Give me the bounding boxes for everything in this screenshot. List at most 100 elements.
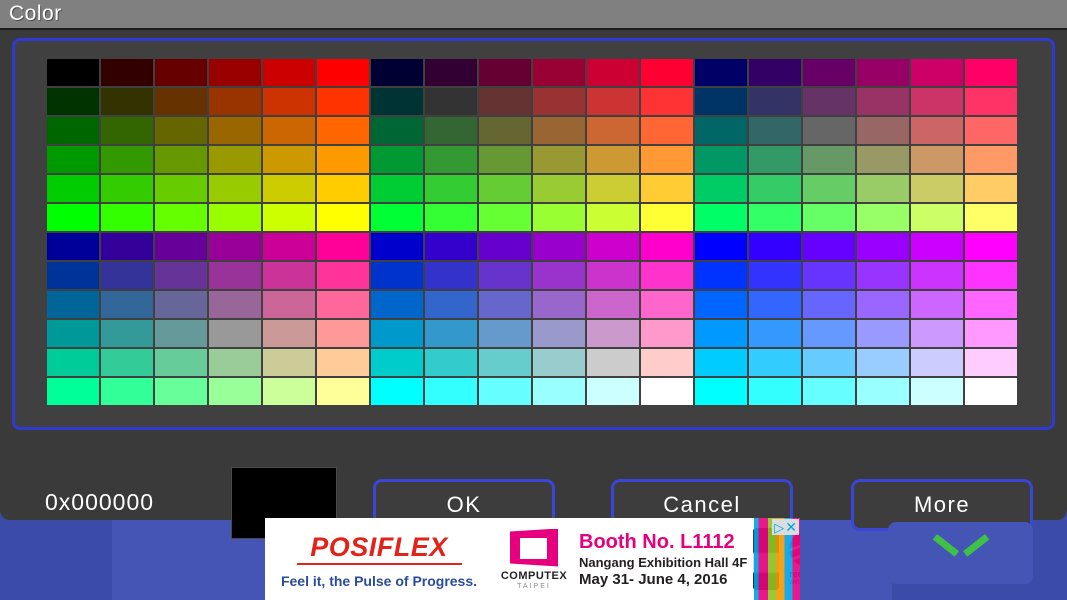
color-swatch[interactable] [47, 320, 99, 347]
color-swatch[interactable] [641, 320, 693, 347]
color-swatch[interactable] [155, 175, 207, 202]
color-swatch[interactable] [641, 349, 693, 376]
color-swatch[interactable] [155, 88, 207, 115]
color-swatch[interactable] [587, 204, 639, 231]
color-swatch[interactable] [587, 233, 639, 260]
color-swatch[interactable] [695, 291, 747, 318]
color-swatch[interactable] [587, 320, 639, 347]
color-swatch[interactable] [965, 262, 1017, 289]
color-swatch[interactable] [371, 88, 423, 115]
color-swatch[interactable] [587, 88, 639, 115]
color-swatch[interactable] [587, 175, 639, 202]
color-swatch[interactable] [317, 59, 369, 86]
color-swatch[interactable] [47, 117, 99, 144]
adchoices-controls[interactable]: ▷ ✕ [772, 519, 799, 535]
color-swatch[interactable] [803, 175, 855, 202]
color-swatch[interactable] [101, 378, 153, 405]
color-palette-grid[interactable] [47, 59, 1017, 405]
color-swatch[interactable] [47, 378, 99, 405]
color-swatch[interactable] [425, 262, 477, 289]
color-swatch[interactable] [533, 146, 585, 173]
color-swatch[interactable] [101, 117, 153, 144]
color-swatch[interactable] [317, 320, 369, 347]
color-swatch[interactable] [965, 378, 1017, 405]
color-swatch[interactable] [209, 291, 261, 318]
color-swatch[interactable] [857, 233, 909, 260]
color-swatch[interactable] [533, 117, 585, 144]
color-swatch[interactable] [479, 175, 531, 202]
color-swatch[interactable] [263, 349, 315, 376]
color-swatch[interactable] [911, 175, 963, 202]
color-swatch[interactable] [101, 59, 153, 86]
color-swatch[interactable] [857, 204, 909, 231]
color-swatch[interactable] [317, 88, 369, 115]
color-swatch[interactable] [749, 204, 801, 231]
color-swatch[interactable] [533, 204, 585, 231]
color-swatch[interactable] [533, 262, 585, 289]
color-swatch[interactable] [803, 233, 855, 260]
color-swatch[interactable] [155, 320, 207, 347]
color-swatch[interactable] [371, 59, 423, 86]
color-swatch[interactable] [695, 175, 747, 202]
color-swatch[interactable] [533, 349, 585, 376]
color-swatch[interactable] [209, 175, 261, 202]
color-swatch[interactable] [587, 262, 639, 289]
color-swatch[interactable] [101, 88, 153, 115]
color-swatch[interactable] [371, 349, 423, 376]
color-swatch[interactable] [965, 204, 1017, 231]
color-swatch[interactable] [749, 378, 801, 405]
color-swatch[interactable] [209, 233, 261, 260]
color-swatch[interactable] [263, 320, 315, 347]
color-swatch[interactable] [695, 378, 747, 405]
color-swatch[interactable] [749, 59, 801, 86]
color-swatch[interactable] [479, 320, 531, 347]
color-swatch[interactable] [749, 233, 801, 260]
color-swatch[interactable] [857, 88, 909, 115]
color-swatch[interactable] [911, 146, 963, 173]
adchoices-icon[interactable]: ▷ [774, 521, 784, 534]
color-swatch[interactable] [857, 320, 909, 347]
color-swatch[interactable] [317, 291, 369, 318]
color-swatch[interactable] [425, 146, 477, 173]
color-swatch[interactable] [425, 378, 477, 405]
color-swatch[interactable] [965, 320, 1017, 347]
color-swatch[interactable] [425, 204, 477, 231]
color-swatch[interactable] [803, 262, 855, 289]
color-swatch[interactable] [857, 117, 909, 144]
color-swatch[interactable] [371, 175, 423, 202]
color-swatch[interactable] [263, 262, 315, 289]
color-swatch[interactable] [317, 262, 369, 289]
color-swatch[interactable] [371, 262, 423, 289]
color-swatch[interactable] [587, 291, 639, 318]
color-swatch[interactable] [209, 262, 261, 289]
color-swatch[interactable] [479, 117, 531, 144]
color-swatch[interactable] [263, 59, 315, 86]
color-swatch[interactable] [641, 291, 693, 318]
color-swatch[interactable] [911, 378, 963, 405]
color-swatch[interactable] [911, 320, 963, 347]
color-swatch[interactable] [533, 175, 585, 202]
color-swatch[interactable] [47, 291, 99, 318]
color-swatch[interactable] [857, 291, 909, 318]
color-swatch[interactable] [695, 88, 747, 115]
color-swatch[interactable] [803, 88, 855, 115]
color-swatch[interactable] [641, 146, 693, 173]
color-swatch[interactable] [533, 378, 585, 405]
color-swatch[interactable] [965, 233, 1017, 260]
color-swatch[interactable] [641, 88, 693, 115]
color-swatch[interactable] [587, 59, 639, 86]
color-swatch[interactable] [209, 146, 261, 173]
color-swatch[interactable] [857, 146, 909, 173]
color-swatch[interactable] [101, 233, 153, 260]
color-swatch[interactable] [533, 88, 585, 115]
color-swatch[interactable] [695, 204, 747, 231]
color-swatch[interactable] [641, 117, 693, 144]
color-swatch[interactable] [695, 117, 747, 144]
color-swatch[interactable] [587, 117, 639, 144]
color-swatch[interactable] [911, 233, 963, 260]
color-swatch[interactable] [533, 59, 585, 86]
color-swatch[interactable] [749, 175, 801, 202]
color-swatch[interactable] [695, 233, 747, 260]
color-swatch[interactable] [209, 378, 261, 405]
color-swatch[interactable] [371, 204, 423, 231]
